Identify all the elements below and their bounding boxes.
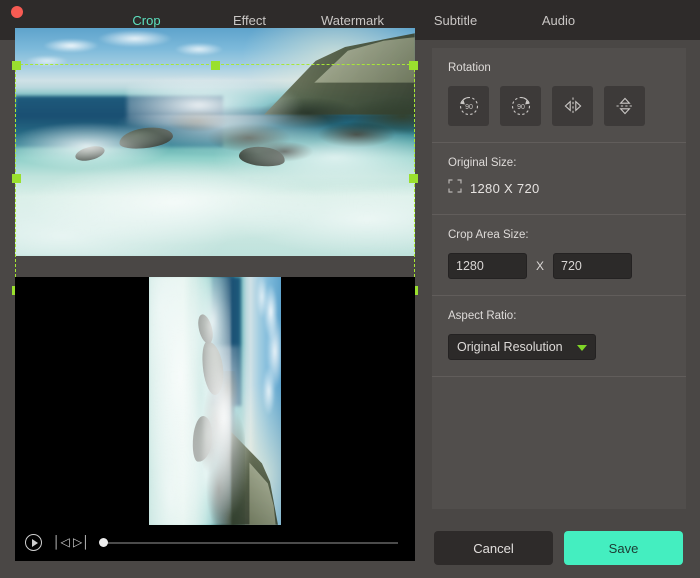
tab-subtitle[interactable]: Subtitle bbox=[404, 0, 507, 40]
flip-horizontal-icon bbox=[561, 94, 585, 118]
expand-corners-icon bbox=[448, 179, 462, 198]
svg-text:90: 90 bbox=[517, 104, 525, 111]
next-frame-icon[interactable]: ▷│ bbox=[73, 535, 87, 549]
rotation-section: Rotation 90 bbox=[432, 48, 686, 143]
rotate-left-90-icon: 90 bbox=[457, 94, 481, 118]
flip-vertical-button[interactable] bbox=[604, 86, 645, 126]
tab-audio[interactable]: Audio bbox=[507, 0, 610, 40]
aspect-ratio-section: Aspect Ratio: Original Resolution bbox=[432, 296, 686, 377]
cancel-button[interactable]: Cancel bbox=[434, 531, 553, 565]
svg-text:90: 90 bbox=[465, 104, 473, 111]
rotation-button-row: 90 90 bbox=[448, 86, 670, 126]
rotate-right-90-icon: 90 bbox=[509, 94, 533, 118]
play-icon[interactable] bbox=[25, 534, 42, 551]
save-button[interactable]: Save bbox=[564, 531, 683, 565]
video-frame-image bbox=[15, 28, 415, 256]
crop-height-input[interactable] bbox=[553, 253, 632, 279]
rotate-left-90-button[interactable]: 90 bbox=[448, 86, 489, 126]
cancel-button-label: Cancel bbox=[473, 541, 513, 556]
dimension-separator: X bbox=[536, 259, 544, 273]
tab-subtitle-label: Subtitle bbox=[434, 13, 477, 28]
flip-horizontal-button[interactable] bbox=[552, 86, 593, 126]
original-preview-video[interactable] bbox=[15, 28, 415, 256]
output-preview-video[interactable] bbox=[15, 277, 415, 525]
tab-crop-label: Crop bbox=[132, 13, 160, 28]
crop-area-size-title: Crop Area Size: bbox=[448, 229, 670, 241]
aspect-ratio-value: Original Resolution bbox=[457, 340, 563, 354]
original-size-section: Original Size: 1280 X 720 bbox=[432, 143, 686, 215]
rotation-title: Rotation bbox=[448, 62, 670, 74]
output-frame-image bbox=[149, 277, 281, 525]
original-size-row: 1280 X 720 bbox=[448, 179, 670, 198]
crop-area-size-section: Crop Area Size: X bbox=[432, 215, 686, 296]
settings-panel: Rotation 90 bbox=[432, 48, 686, 524]
crop-area-size-row: X bbox=[448, 253, 670, 279]
aspect-ratio-select[interactable]: Original Resolution bbox=[448, 334, 596, 360]
crop-editor-window: Crop Effect Watermark Subtitle Audio Ori… bbox=[0, 0, 700, 578]
playback-controls: │◁ ▷│ bbox=[15, 525, 415, 561]
progress-track[interactable] bbox=[101, 542, 398, 544]
tab-effect-label: Effect bbox=[233, 13, 266, 28]
aspect-ratio-title: Aspect Ratio: bbox=[448, 310, 670, 322]
close-button[interactable] bbox=[11, 6, 23, 18]
original-size-title: Original Size: bbox=[448, 157, 670, 169]
tab-watermark-label: Watermark bbox=[321, 13, 384, 28]
save-button-label: Save bbox=[609, 541, 639, 556]
previous-frame-icon[interactable]: │◁ bbox=[53, 535, 67, 549]
panel-filler bbox=[432, 377, 686, 509]
chevron-down-icon bbox=[577, 345, 587, 351]
rotate-right-90-button[interactable]: 90 bbox=[500, 86, 541, 126]
flip-vertical-icon bbox=[613, 94, 637, 118]
output-video-letterbox bbox=[149, 277, 281, 525]
original-size-value: 1280 X 720 bbox=[470, 181, 540, 196]
action-bar: Cancel Save bbox=[434, 531, 686, 565]
tab-audio-label: Audio bbox=[542, 13, 575, 28]
progress-thumb[interactable] bbox=[99, 538, 108, 547]
crop-width-input[interactable] bbox=[448, 253, 527, 279]
